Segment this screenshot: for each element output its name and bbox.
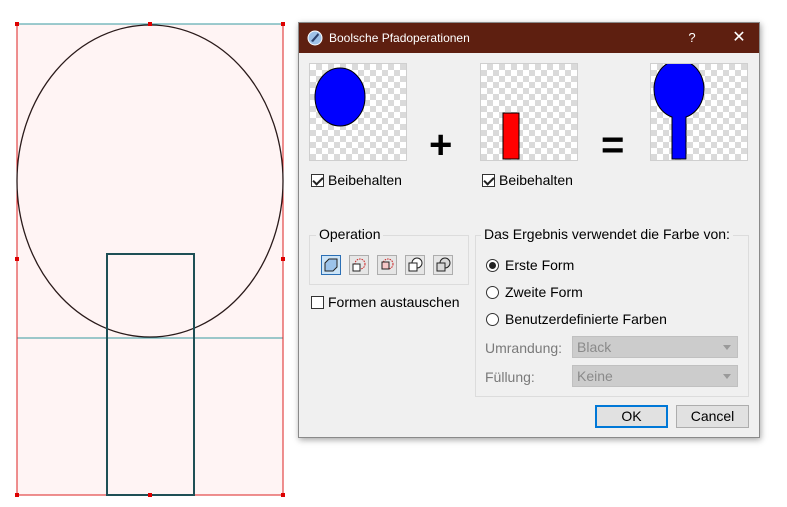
chevron-down-icon [723, 374, 731, 379]
xor-button[interactable] [405, 255, 425, 275]
stroke-color-select[interactable]: Black [572, 336, 738, 358]
fill-label: Füllung: [485, 369, 535, 385]
swap-shapes-label: Formen austauschen [328, 294, 460, 310]
stroke-label: Umrandung: [485, 340, 563, 356]
first-shape-ellipse [314, 67, 366, 127]
radio-second-shape[interactable] [486, 286, 499, 299]
union-button[interactable] [321, 255, 341, 275]
fill-color-select[interactable]: Keine [572, 365, 738, 387]
canvas-shape-fill [17, 24, 283, 495]
plus-symbol: + [429, 123, 453, 167]
radio-first-shape[interactable] [486, 259, 499, 272]
selection-handle-top-middle[interactable] [148, 22, 152, 26]
keep-second-checkbox[interactable] [482, 174, 495, 187]
selection-handle-bottom-middle[interactable] [148, 493, 152, 497]
radio-custom-colors[interactable] [486, 313, 499, 326]
boolean-path-operations-dialog: Boolsche Pfadoperationen ? ✕ + = Beibeha… [298, 22, 760, 438]
selection-handle-top-left[interactable] [15, 22, 19, 26]
second-shape-preview [480, 63, 578, 161]
equals-symbol: = [601, 123, 625, 167]
close-button[interactable]: ✕ [721, 23, 757, 53]
second-shape-rectangle [502, 112, 520, 160]
keep-second-label: Beibehalten [499, 172, 573, 188]
first-shape-preview [309, 63, 407, 161]
result-color-group-title: Das Ergebnis verwendet die Farbe von: [481, 226, 733, 242]
app-logo-icon [307, 30, 323, 46]
result-shape-union [653, 59, 705, 160]
keep-first-checkbox[interactable] [311, 174, 324, 187]
selection-handle-middle-right[interactable] [281, 257, 285, 261]
difference-icon [381, 258, 394, 270]
chevron-down-icon [723, 345, 731, 350]
selection-handle-middle-left[interactable] [15, 257, 19, 261]
intersection-button[interactable] [349, 255, 369, 275]
cancel-button[interactable]: Cancel [676, 405, 749, 428]
ok-button[interactable]: OK [595, 405, 668, 428]
dialog-title: Boolsche Pfadoperationen [329, 31, 470, 45]
radio-first-shape-label: Erste Form [505, 257, 575, 273]
radio-second-shape-label: Zweite Form [505, 284, 583, 300]
selection-handle-bottom-left[interactable] [15, 493, 19, 497]
stroke-color-value: Black [577, 339, 612, 355]
exclusion-button[interactable] [433, 255, 453, 275]
operation-group-title: Operation [316, 226, 384, 242]
fill-color-value: Keine [577, 368, 613, 384]
union-icon [324, 258, 338, 272]
dialog-titlebar[interactable]: Boolsche Pfadoperationen ? ✕ [299, 23, 759, 53]
result-shape-preview [650, 59, 748, 161]
radio-custom-colors-label: Benutzerdefinierte Farben [505, 311, 667, 327]
selection-handle-top-right[interactable] [281, 22, 285, 26]
difference-button[interactable] [377, 255, 397, 275]
help-button[interactable]: ? [677, 23, 707, 53]
xor-icon [408, 257, 423, 272]
intersection-icon [352, 258, 366, 272]
keep-first-label: Beibehalten [328, 172, 402, 188]
selection-handle-bottom-right[interactable] [281, 493, 285, 497]
drawing-canvas[interactable] [0, 0, 300, 507]
swap-shapes-checkbox[interactable] [311, 296, 324, 309]
exclusion-icon [436, 257, 451, 272]
